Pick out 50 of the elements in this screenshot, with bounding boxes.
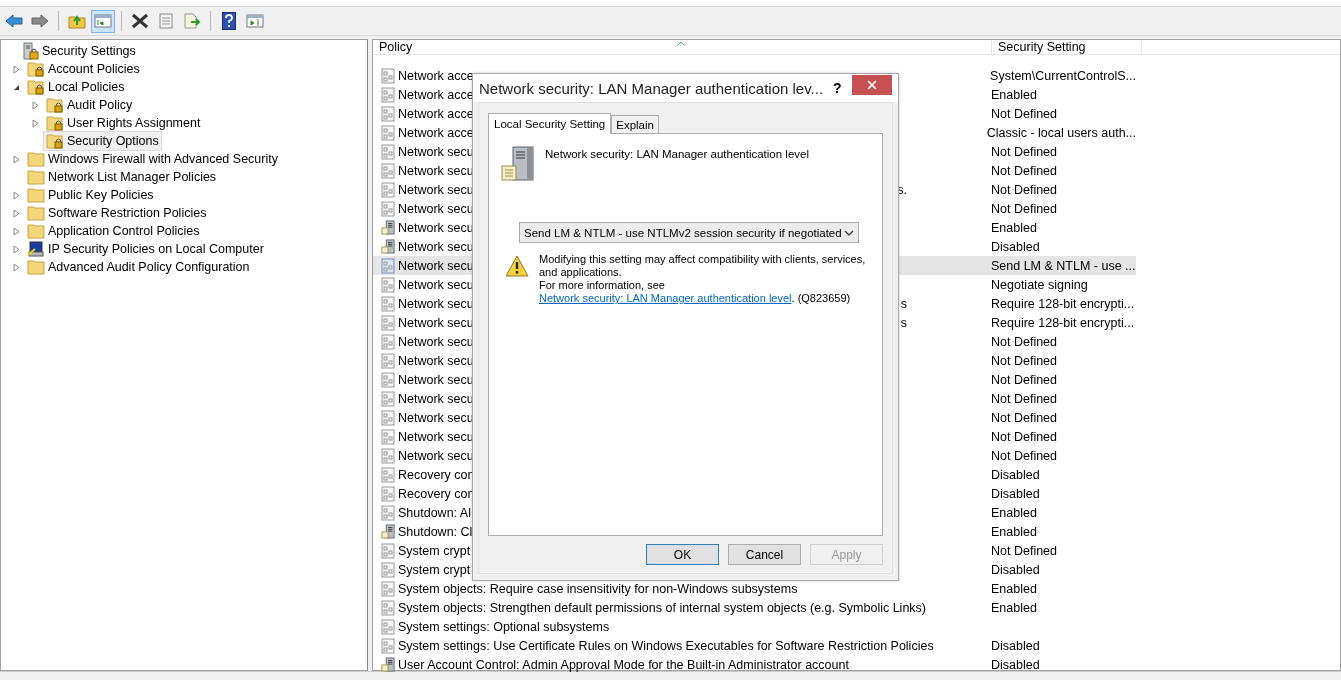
policy-name: User Account Control: Admin Approval Mode for the Built-in Administrator account: [398, 657, 849, 672]
setting-value: Not Defined: [990, 353, 1057, 368]
warning-text: Modifying this setting may affect compatibility with clients, services, and applications.: [539, 253, 867, 279]
policy-name: Network acce: [398, 125, 474, 140]
setting-value: Not Defined: [990, 448, 1057, 463]
setting-value: Not Defined: [990, 410, 1057, 425]
policy-name: System settings: Use Certificate Rules on Windows Executables for Software Restriction Policies: [398, 638, 934, 653]
policy-name: System settings: Optional subsystems: [398, 619, 610, 634]
setting-value: Enabled: [990, 505, 1037, 520]
policy-name: Shutdown: Cl: [398, 524, 473, 539]
setting-value: Disabled: [990, 638, 1040, 653]
policy-name: Network acce: [398, 106, 474, 121]
policy-title: Network security: LAN Manager authentication level: [545, 147, 809, 160]
setting-value: Disabled: [990, 486, 1040, 501]
setting-value: Enabled: [990, 524, 1037, 539]
setting-value: Require 128-bit encrypti...: [990, 315, 1135, 330]
policy-name: Network acce: [398, 68, 474, 83]
setting-value: Not Defined: [990, 372, 1057, 387]
setting-value: Not Defined: [990, 201, 1057, 216]
setting-value: Negotiate signing: [990, 277, 1088, 292]
setting-value: Send LM & NTLM - use ...: [990, 258, 1136, 273]
policy-name: Shutdown: Al: [398, 505, 471, 520]
setting-value: Not Defined: [990, 163, 1057, 178]
policy-name: System crypt: [398, 562, 471, 577]
setting-value: Not Defined: [990, 106, 1057, 121]
info-text: For more information, see Network security: LAN Manager authentication level. (Q823659): [539, 279, 852, 305]
policy-name: System objects: Require case insensitivity for non-Windows subsystems: [398, 581, 798, 596]
setting-value: Not Defined: [990, 391, 1057, 406]
setting-value: Not Defined: [990, 144, 1057, 159]
setting-value: Enabled: [990, 600, 1037, 615]
setting-value: Not Defined: [990, 334, 1057, 349]
setting-value: Disabled: [990, 562, 1040, 577]
setting-value: Disabled: [990, 657, 1040, 672]
setting-value: Enabled: [990, 220, 1037, 235]
policy-name: Network acce: [398, 87, 474, 102]
setting-value: Not Defined: [990, 543, 1057, 558]
setting-value: Not Defined: [990, 429, 1057, 444]
policy-name: s: [900, 315, 907, 330]
policy-name: System crypt: [398, 543, 471, 558]
setting-value: Enabled: [990, 87, 1037, 102]
setting-value: Require 128-bit encrypti...: [990, 296, 1135, 311]
setting-value: Disabled: [990, 239, 1040, 254]
dialog-title: Network security: LAN Manager authentication lev...: [479, 79, 824, 97]
policy-name: s: [900, 296, 907, 311]
policy-name: System objects: Strengthen default permissions of internal system objects (e.g. Symbolic Links): [398, 600, 926, 615]
setting-value: Not Defined: [990, 182, 1057, 197]
setting-value: Disabled: [990, 467, 1040, 482]
setting-value: System\CurrentControlS...: [989, 68, 1136, 83]
setting-value: Classic - local users auth...: [985, 125, 1136, 140]
setting-value: Enabled: [990, 581, 1037, 596]
